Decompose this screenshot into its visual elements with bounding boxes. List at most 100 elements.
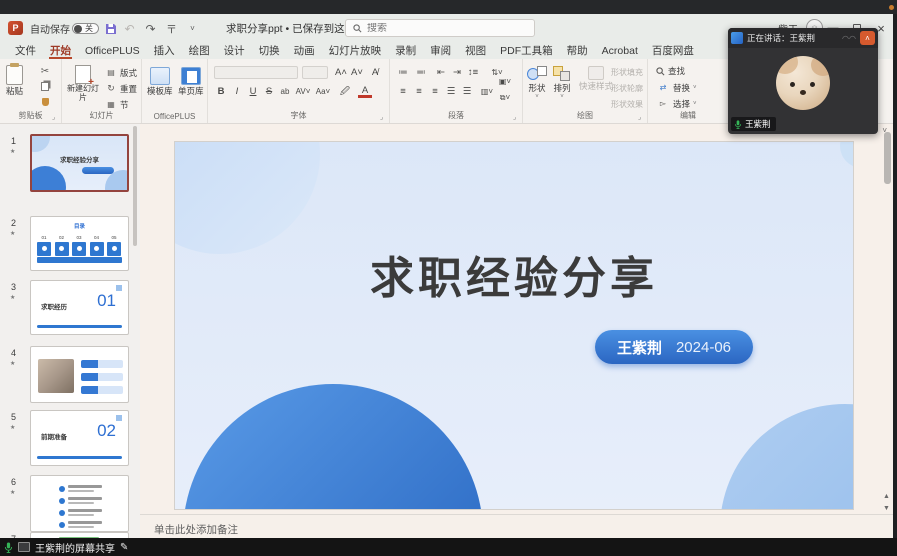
clear-formatting-button[interactable]: A̸ bbox=[368, 66, 382, 79]
menu-tab-home[interactable]: 开始 bbox=[43, 42, 78, 59]
new-slide-icon bbox=[75, 65, 91, 84]
slide-4-thumbnail[interactable] bbox=[30, 346, 129, 403]
search-box[interactable] bbox=[345, 19, 535, 37]
slideshow-from-beginning-button[interactable]: 〒 bbox=[163, 20, 180, 37]
menu-tab-draw[interactable]: 绘图 bbox=[182, 42, 217, 59]
slide-canvas[interactable]: 求职经验分享 王紫荆 2024-06 bbox=[175, 142, 853, 509]
font-family-select[interactable] bbox=[214, 66, 298, 79]
menu-tab-slideshow[interactable]: 幻灯片放映 bbox=[322, 42, 389, 59]
single-page-library-button[interactable]: 单页库 bbox=[178, 67, 204, 97]
ribbon-group-officeplus: 模板库 单页库 OfficePLUS bbox=[142, 59, 208, 123]
slide-author-badge[interactable]: 王紫荆 2024-06 bbox=[595, 330, 753, 364]
arrange-chevron-icon: ˅ bbox=[560, 94, 564, 100]
thumbnail-panel-scrollbar[interactable] bbox=[133, 126, 137, 246]
search-input[interactable] bbox=[367, 23, 517, 34]
increase-indent-button[interactable]: ⇥ bbox=[450, 66, 464, 79]
replace-button[interactable]: ⇄ 替换 ˅ bbox=[656, 81, 697, 94]
overlay-expand-button[interactable]: ˄ bbox=[860, 31, 875, 45]
clipboard-dialog-launcher[interactable]: ⌟ bbox=[52, 114, 59, 121]
menu-tab-design[interactable]: 设计 bbox=[217, 42, 252, 59]
shape-outline-button[interactable]: 形状轮廓 bbox=[611, 83, 643, 94]
convert-to-smartart-button[interactable]: ⧉˅ bbox=[498, 91, 512, 104]
bullets-button[interactable]: ≔ bbox=[396, 66, 410, 79]
menu-tab-review[interactable]: 审阅 bbox=[423, 42, 458, 59]
line-spacing-button[interactable]: ↕≡ bbox=[466, 66, 480, 79]
underline-button[interactable]: U bbox=[246, 85, 260, 98]
annotate-pencil-icon[interactable]: ✎ bbox=[120, 542, 128, 553]
highlight-color-button[interactable]: 🖉 bbox=[338, 85, 352, 98]
notes-placeholder[interactable]: 单击此处添加备注 bbox=[154, 522, 238, 537]
character-spacing-button[interactable]: AV˅ bbox=[296, 85, 310, 98]
slide-2-thumbnail[interactable]: 目录 01 02 03 04 05 bbox=[30, 216, 129, 271]
reset-button[interactable]: ↻ 重置 bbox=[104, 82, 137, 95]
paste-button[interactable]: 粘贴 bbox=[6, 65, 23, 97]
layout-icon: ▤ bbox=[104, 66, 118, 79]
previous-slide-button[interactable]: ▲ bbox=[882, 492, 891, 502]
copy-button[interactable] bbox=[38, 80, 52, 93]
shape-fill-button[interactable]: 形状填充 bbox=[611, 67, 643, 78]
numbering-button[interactable]: ≕ bbox=[414, 66, 428, 79]
speaking-indicator: 正在讲话：王紫荆 bbox=[747, 32, 838, 44]
shape-effects-button[interactable]: 形状效果 bbox=[611, 99, 643, 110]
undo-button[interactable]: ↶ bbox=[121, 20, 138, 37]
font-color-button[interactable]: A bbox=[358, 85, 372, 98]
strikethrough-button[interactable]: S bbox=[262, 85, 276, 98]
align-left-button[interactable]: ≡ bbox=[396, 85, 410, 98]
notes-pane[interactable]: 单击此处添加备注 bbox=[140, 514, 893, 538]
next-slide-button[interactable]: ▼ bbox=[882, 504, 891, 514]
screen-share-label[interactable]: 王紫荆的屏幕共享 bbox=[35, 540, 115, 555]
arrange-button[interactable]: 排列 ˅ bbox=[553, 66, 571, 100]
align-center-button[interactable]: ≡ bbox=[412, 85, 426, 98]
align-right-button[interactable]: ≡ bbox=[428, 85, 442, 98]
quick-access-customize-chevron-icon[interactable]: ˅ bbox=[184, 20, 201, 37]
menu-tab-acrobat[interactable]: Acrobat bbox=[595, 42, 645, 59]
redo-button[interactable]: ↷ bbox=[142, 20, 159, 37]
align-text-button[interactable]: ▣˅ bbox=[498, 75, 512, 88]
menu-tab-insert[interactable]: 插入 bbox=[147, 42, 182, 59]
font-size-select[interactable] bbox=[302, 66, 328, 79]
menu-tab-transitions[interactable]: 切换 bbox=[252, 42, 287, 59]
quick-styles-button[interactable]: 快速样式 bbox=[579, 66, 613, 92]
increase-font-size-button[interactable]: A˄ bbox=[334, 66, 348, 79]
layout-button[interactable]: ▤ 版式 bbox=[104, 66, 137, 79]
decrease-font-size-button[interactable]: A˅ bbox=[350, 66, 364, 79]
find-button[interactable]: 查找 bbox=[656, 65, 685, 77]
select-button[interactable]: ▻ 选择 ˅ bbox=[656, 97, 697, 110]
menu-tab-baidu-netdisk[interactable]: 百度网盘 bbox=[645, 42, 701, 59]
editor-scrollbar-thumb[interactable] bbox=[884, 132, 891, 184]
menu-tab-file[interactable]: 文件 bbox=[8, 42, 43, 59]
change-case-button[interactable]: Aa˅ bbox=[316, 85, 330, 98]
menu-tab-animations[interactable]: 动画 bbox=[287, 42, 322, 59]
text-shadow-button[interactable]: ab bbox=[278, 85, 292, 98]
justify-button[interactable]: ☰ bbox=[444, 85, 458, 98]
new-slide-button[interactable]: 新建幻灯片 bbox=[66, 65, 100, 102]
slide-5-thumbnail[interactable]: 前期准备 02 bbox=[30, 410, 129, 466]
menu-tab-pdf-toolbox[interactable]: PDF工具箱 bbox=[493, 42, 560, 59]
menu-tab-officeplus[interactable]: OfficePLUS bbox=[78, 42, 147, 59]
slide-6-thumbnail[interactable] bbox=[30, 475, 129, 532]
slide-date: 2024-06 bbox=[676, 339, 731, 356]
decrease-indent-button[interactable]: ⇤ bbox=[434, 66, 448, 79]
italic-button[interactable]: I bbox=[230, 85, 244, 98]
slide-title-text[interactable]: 求职经验分享 bbox=[175, 242, 853, 306]
font-dialog-launcher[interactable]: ⌟ bbox=[380, 114, 387, 121]
paragraph-dialog-launcher[interactable]: ⌟ bbox=[513, 114, 520, 121]
find-label: 查找 bbox=[668, 65, 685, 77]
template-library-button[interactable]: 模板库 bbox=[147, 67, 173, 97]
menu-tab-view[interactable]: 视图 bbox=[458, 42, 493, 59]
menu-tab-record[interactable]: 录制 bbox=[388, 42, 423, 59]
cut-button[interactable]: ✂ bbox=[38, 65, 52, 78]
columns-button[interactable]: ▥˅ bbox=[480, 85, 494, 98]
bold-button[interactable]: B bbox=[214, 85, 228, 98]
format-painter-button[interactable] bbox=[38, 95, 52, 108]
slide-3-thumbnail[interactable]: 求职经历 01 bbox=[30, 280, 129, 335]
shapes-button[interactable]: 形状 ˅ bbox=[527, 66, 547, 100]
menu-tab-help[interactable]: 帮助 bbox=[560, 42, 595, 59]
autosave-toggle[interactable]: 关 bbox=[72, 23, 99, 34]
drawing-dialog-launcher[interactable]: ⌟ bbox=[638, 114, 645, 121]
save-button[interactable] bbox=[102, 20, 119, 37]
meeting-floating-window[interactable]: 正在讲话：王紫荆 ◠◠ ˄ 王紫荆 bbox=[728, 28, 878, 134]
slide-1-thumbnail[interactable]: 求职经验分享 bbox=[30, 134, 129, 192]
meeting-overlay-header[interactable]: 正在讲话：王紫荆 ◠◠ ˄ bbox=[728, 28, 878, 48]
distribute-button[interactable]: ☰ bbox=[460, 85, 474, 98]
